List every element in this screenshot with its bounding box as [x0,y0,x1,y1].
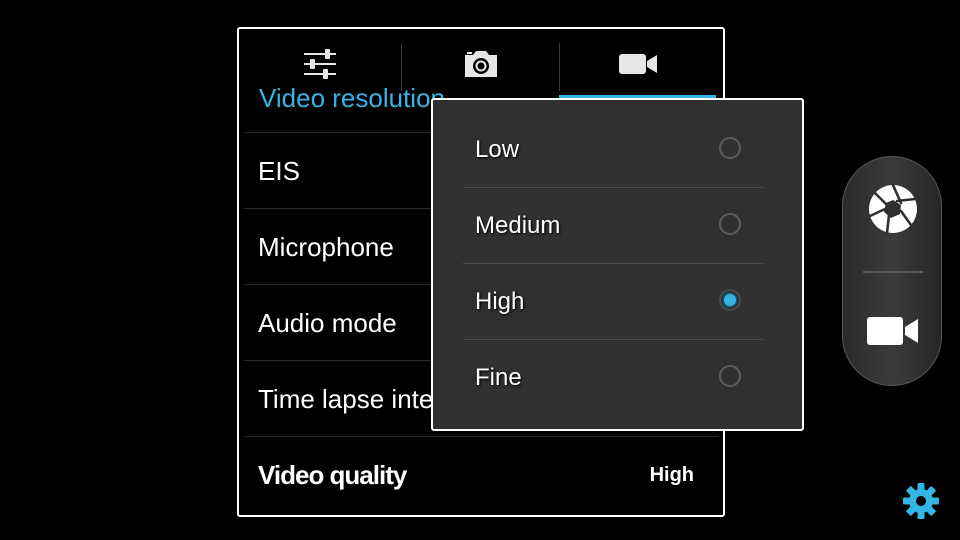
quality-option-high[interactable]: High [463,264,763,340]
shutter-icon [868,183,917,235]
sliders-icon [304,49,336,79]
settings-row-video-quality[interactable]: Video quality High [244,436,718,513]
settings-row-label: EIS [258,156,300,186]
option-label: Medium [475,212,561,239]
radio-button[interactable] [719,213,741,235]
video-quality-popup: Low Medium High Fine [431,98,804,431]
quality-option-medium[interactable]: Medium [463,188,763,264]
option-label: High [475,288,525,315]
radio-button-selected[interactable] [719,289,741,311]
settings-row-label: Video quality [258,460,407,490]
settings-row-label: Audio mode [258,308,397,338]
settings-row-label: Microphone [258,232,394,262]
option-label: Fine [475,364,522,391]
quality-option-low[interactable]: Low [463,112,763,188]
video-camera-icon [867,317,918,345]
radio-button[interactable] [719,137,741,159]
video-mode-button[interactable] [867,309,919,353]
camera-mode-switcher [842,156,942,386]
quality-option-fine[interactable]: Fine [463,340,763,416]
settings-row-value: High [649,464,694,486]
settings-button[interactable] [902,482,940,520]
radio-button[interactable] [719,365,741,387]
gear-icon [903,483,939,519]
option-label: Low [475,136,520,163]
mode-divider [863,271,923,273]
tab-video-settings[interactable] [560,29,717,99]
settings-row-partial-label: Video resolution [259,83,445,113]
video-camera-icon [618,54,657,74]
camera-icon [464,51,497,77]
photo-mode-button[interactable] [867,183,919,235]
